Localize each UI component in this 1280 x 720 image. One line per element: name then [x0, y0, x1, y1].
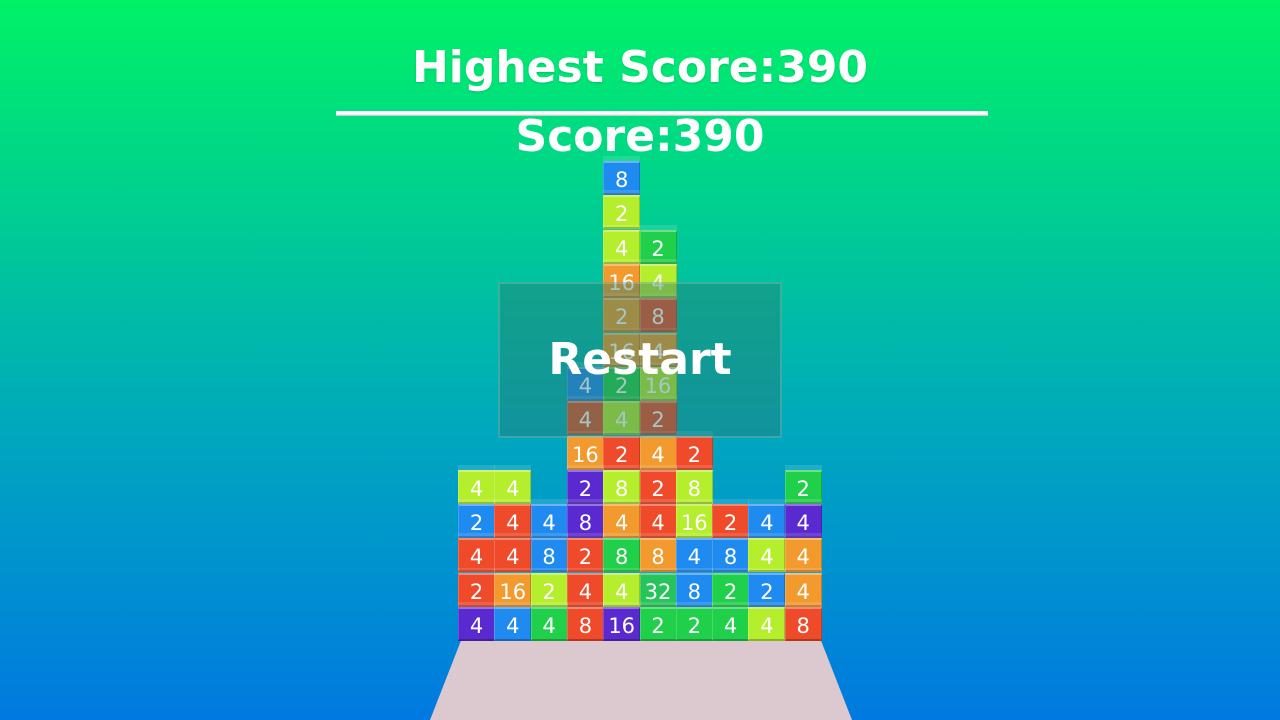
number-block: 4	[639, 504, 677, 539]
number-block: 2	[675, 435, 713, 470]
number-block: 4	[748, 504, 786, 539]
number-block: 2	[712, 504, 750, 539]
number-block: 4	[458, 538, 495, 573]
number-block: 16	[603, 607, 641, 641]
number-block: 8	[566, 607, 604, 641]
number-block: 4	[603, 229, 641, 264]
number-block: 4	[639, 435, 677, 470]
number-block: 8	[784, 607, 822, 641]
number-block: 2	[712, 572, 750, 607]
number-block: 8	[530, 538, 568, 573]
number-block: 8	[675, 572, 713, 607]
number-block: 2	[530, 572, 568, 607]
number-block: 4	[494, 538, 532, 573]
number-block: 8	[566, 504, 604, 539]
number-block: 2	[748, 572, 786, 607]
number-block: 2	[566, 538, 604, 573]
number-block: 4	[784, 538, 822, 573]
number-block: 4	[748, 607, 786, 641]
number-block: 32	[639, 572, 677, 607]
number-block: 4	[566, 572, 604, 607]
number-block: 4	[494, 469, 532, 504]
number-block: 16	[566, 435, 604, 470]
number-block: 8	[603, 469, 641, 504]
number-block: 4	[494, 607, 532, 641]
number-block: 8	[639, 538, 677, 573]
number-block: 2	[458, 572, 495, 607]
number-block: 2	[639, 469, 677, 504]
score-label: Score:390	[515, 111, 765, 162]
number-block: 4	[784, 504, 822, 539]
number-block: 2	[784, 469, 822, 504]
number-block: 16	[494, 572, 532, 607]
highest-score-label: Highest Score:390	[411, 42, 869, 93]
number-block: 2	[603, 195, 641, 230]
number-block: 2	[458, 504, 495, 539]
number-block: 2	[639, 229, 677, 264]
number-block: 4	[530, 607, 568, 641]
number-block: 4	[712, 607, 750, 641]
number-block: 8	[675, 469, 713, 504]
number-block: 4	[458, 607, 495, 641]
number-block: 4	[675, 538, 713, 573]
number-block: 2	[639, 607, 677, 641]
number-block: 4	[784, 572, 822, 607]
number-block: 2	[566, 469, 604, 504]
number-block: 8	[712, 538, 750, 573]
number-block: 8	[603, 161, 641, 196]
number-block: 2	[603, 435, 641, 470]
number-block: 4	[603, 572, 641, 607]
number-block: 2	[675, 607, 713, 641]
number-block: 8	[603, 538, 641, 573]
number-block: 16	[675, 504, 713, 539]
restart-button[interactable]: Restart	[498, 282, 782, 438]
number-block: 4	[530, 504, 568, 539]
number-block: 4	[494, 504, 532, 539]
number-block: 4	[458, 469, 495, 504]
number-block: 4	[603, 504, 641, 539]
number-block: 4	[748, 538, 786, 573]
